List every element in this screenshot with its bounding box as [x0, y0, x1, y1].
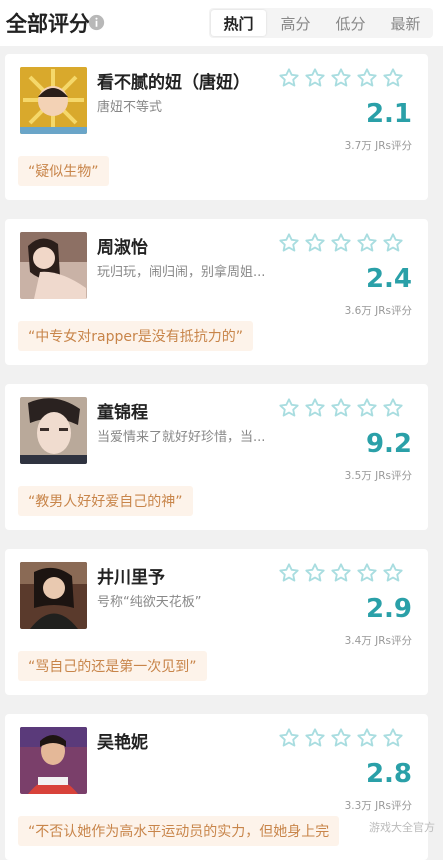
- person-name: 井川里予: [97, 568, 165, 588]
- top-comment[interactable]: “疑似生物”: [18, 156, 109, 186]
- rating-count: 3.5万 JRs评分: [344, 470, 412, 482]
- person-name: 吴艳妮: [97, 733, 148, 753]
- rating-card[interactable]: 井川里予 号称“纯欲天花板” 2.9 3.4万 JRs评分 “骂自己的还是第一次…: [5, 549, 428, 695]
- star-icon[interactable]: [356, 727, 378, 749]
- star-icon[interactable]: [304, 67, 326, 89]
- avatar: [20, 232, 87, 299]
- star-icon[interactable]: [356, 67, 378, 89]
- top-comment[interactable]: “不否认她作为高水平运动员的实力，但她身上完: [18, 816, 340, 846]
- star-icon[interactable]: [278, 67, 300, 89]
- rating-count: 3.6万 JRs评分: [344, 305, 412, 317]
- avatar: [20, 727, 87, 794]
- info-icon[interactable]: [88, 14, 105, 31]
- star-icon[interactable]: [382, 397, 404, 419]
- rating-count: 3.4万 JRs评分: [344, 635, 412, 647]
- rating-count: 3.3万 JRs评分: [344, 800, 412, 812]
- star-icon[interactable]: [382, 727, 404, 749]
- star-rating[interactable]: [278, 727, 404, 749]
- star-icon[interactable]: [330, 562, 352, 584]
- star-icon[interactable]: [330, 397, 352, 419]
- rating-card[interactable]: 周淑怡 玩归玩，闹归闹，别拿周姐... 2.4 3.6万 JRs评分 “中专女对…: [5, 219, 428, 365]
- person-name: 看不腻的妞（唐妞）: [97, 73, 250, 93]
- person-subtitle: 号称“纯欲天花板”: [97, 595, 202, 610]
- watermark: 游戏大全官方: [369, 821, 435, 834]
- star-rating[interactable]: [278, 232, 404, 254]
- star-icon[interactable]: [382, 67, 404, 89]
- header: 全部评分 热门 高分 低分 最新: [0, 0, 443, 46]
- star-icon[interactable]: [356, 232, 378, 254]
- star-rating[interactable]: [278, 67, 404, 89]
- star-icon[interactable]: [304, 562, 326, 584]
- star-icon[interactable]: [304, 727, 326, 749]
- star-icon[interactable]: [356, 562, 378, 584]
- top-comment[interactable]: “骂自己的还是第一次见到”: [18, 651, 207, 681]
- person-subtitle: 玩归玩，闹归闹，别拿周姐...: [97, 265, 266, 280]
- person-subtitle: 唐妞不等式: [97, 100, 163, 115]
- top-comment[interactable]: “教男人好好爱自己的神”: [18, 486, 193, 516]
- avatar: [20, 67, 87, 134]
- score-value: 2.4: [365, 264, 412, 294]
- star-icon[interactable]: [278, 232, 300, 254]
- person-name: 周淑怡: [97, 238, 148, 258]
- star-icon[interactable]: [304, 397, 326, 419]
- score-value: 2.1: [365, 99, 412, 129]
- tab-high[interactable]: 高分: [268, 8, 323, 38]
- rating-card[interactable]: 吴艳妮 2.8 3.3万 JRs评分 “不否认她作为高水平运动员的实力，但她身上…: [5, 714, 428, 860]
- star-icon[interactable]: [330, 727, 352, 749]
- star-icon[interactable]: [330, 232, 352, 254]
- avatar: [20, 397, 87, 464]
- rating-count: 3.7万 JRs评分: [344, 140, 412, 152]
- person-name: 童锦程: [97, 403, 148, 423]
- score-value: 9.2: [365, 429, 412, 459]
- tab-hot[interactable]: 热门: [211, 10, 266, 36]
- star-icon[interactable]: [278, 727, 300, 749]
- star-icon[interactable]: [278, 562, 300, 584]
- avatar: [20, 562, 87, 629]
- star-icon[interactable]: [330, 67, 352, 89]
- star-icon[interactable]: [382, 562, 404, 584]
- star-icon[interactable]: [278, 397, 300, 419]
- star-rating[interactable]: [278, 562, 404, 584]
- top-comment[interactable]: “中专女对rapper是没有抵抗力的”: [18, 321, 253, 351]
- sort-tabs: 热门 高分 低分 最新: [209, 8, 433, 38]
- person-subtitle: 当爱情来了就好好珍惜，当...: [97, 430, 266, 445]
- rating-card[interactable]: 童锦程 当爱情来了就好好珍惜，当... 9.2 3.5万 JRs评分 “教男人好…: [5, 384, 428, 530]
- star-icon[interactable]: [304, 232, 326, 254]
- tab-low[interactable]: 低分: [323, 8, 378, 38]
- rating-card[interactable]: 看不腻的妞（唐妞） 唐妞不等式 2.1 3.7万 JRs评分 “疑似生物”: [5, 54, 428, 200]
- star-icon[interactable]: [356, 397, 378, 419]
- score-value: 2.9: [365, 594, 412, 624]
- page-title: 全部评分: [6, 12, 90, 36]
- score-value: 2.8: [365, 759, 412, 789]
- star-rating[interactable]: [278, 397, 404, 419]
- tab-latest[interactable]: 最新: [378, 8, 433, 38]
- star-icon[interactable]: [382, 232, 404, 254]
